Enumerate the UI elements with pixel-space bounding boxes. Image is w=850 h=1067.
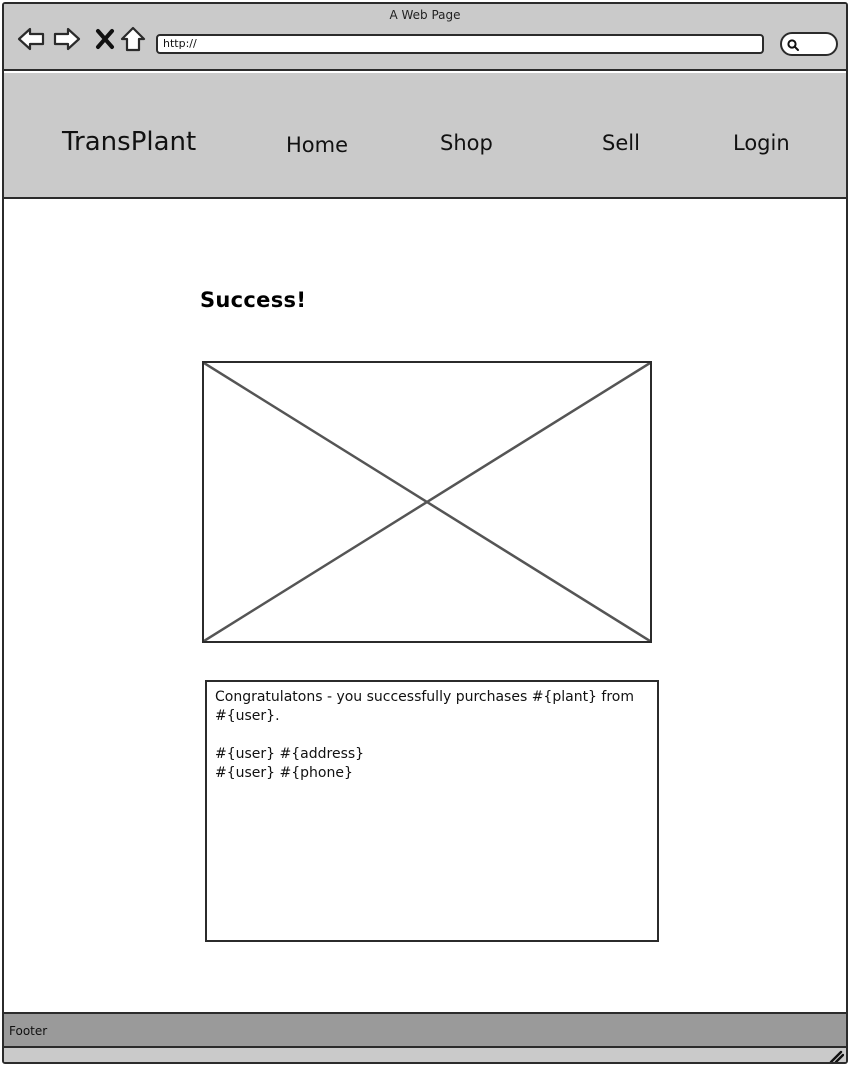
product-image xyxy=(202,361,652,643)
brand-logo[interactable]: TransPlant xyxy=(62,127,196,157)
close-icon[interactable] xyxy=(90,24,114,54)
window-title: A Web Page xyxy=(389,8,461,22)
nav-home[interactable]: Home xyxy=(286,133,348,157)
nav-login[interactable]: Login xyxy=(733,131,790,155)
site-header: TransPlant Home Shop Sell Login xyxy=(4,73,846,199)
browser-chrome: A Web Page http:// xyxy=(4,4,846,71)
resize-grip-icon[interactable] xyxy=(828,1048,845,1062)
url-input[interactable]: http:// xyxy=(156,34,764,54)
search-icon xyxy=(787,39,799,51)
home-icon[interactable] xyxy=(118,24,148,54)
search-field[interactable] xyxy=(780,32,838,56)
message-line: #{user} #{phone} xyxy=(215,765,353,781)
purchase-confirmation-text: Congratulatons - you successfully purcha… xyxy=(205,680,659,942)
message-line: Congratulatons - you successfully purcha… xyxy=(215,689,634,724)
nav-shop[interactable]: Shop xyxy=(440,131,493,155)
browser-window: A Web Page http:// TransPlant Home Shop … xyxy=(2,2,848,1064)
image-placeholder-icon xyxy=(204,363,650,641)
message-line: #{user} #{address} xyxy=(215,746,365,762)
arrow-left-icon[interactable] xyxy=(16,24,46,54)
footer: Footer xyxy=(4,1012,846,1048)
nav-sell[interactable]: Sell xyxy=(602,131,640,155)
arrow-right-icon[interactable] xyxy=(52,24,82,54)
status-bar xyxy=(4,1048,846,1062)
page-title: Success! xyxy=(200,288,307,312)
